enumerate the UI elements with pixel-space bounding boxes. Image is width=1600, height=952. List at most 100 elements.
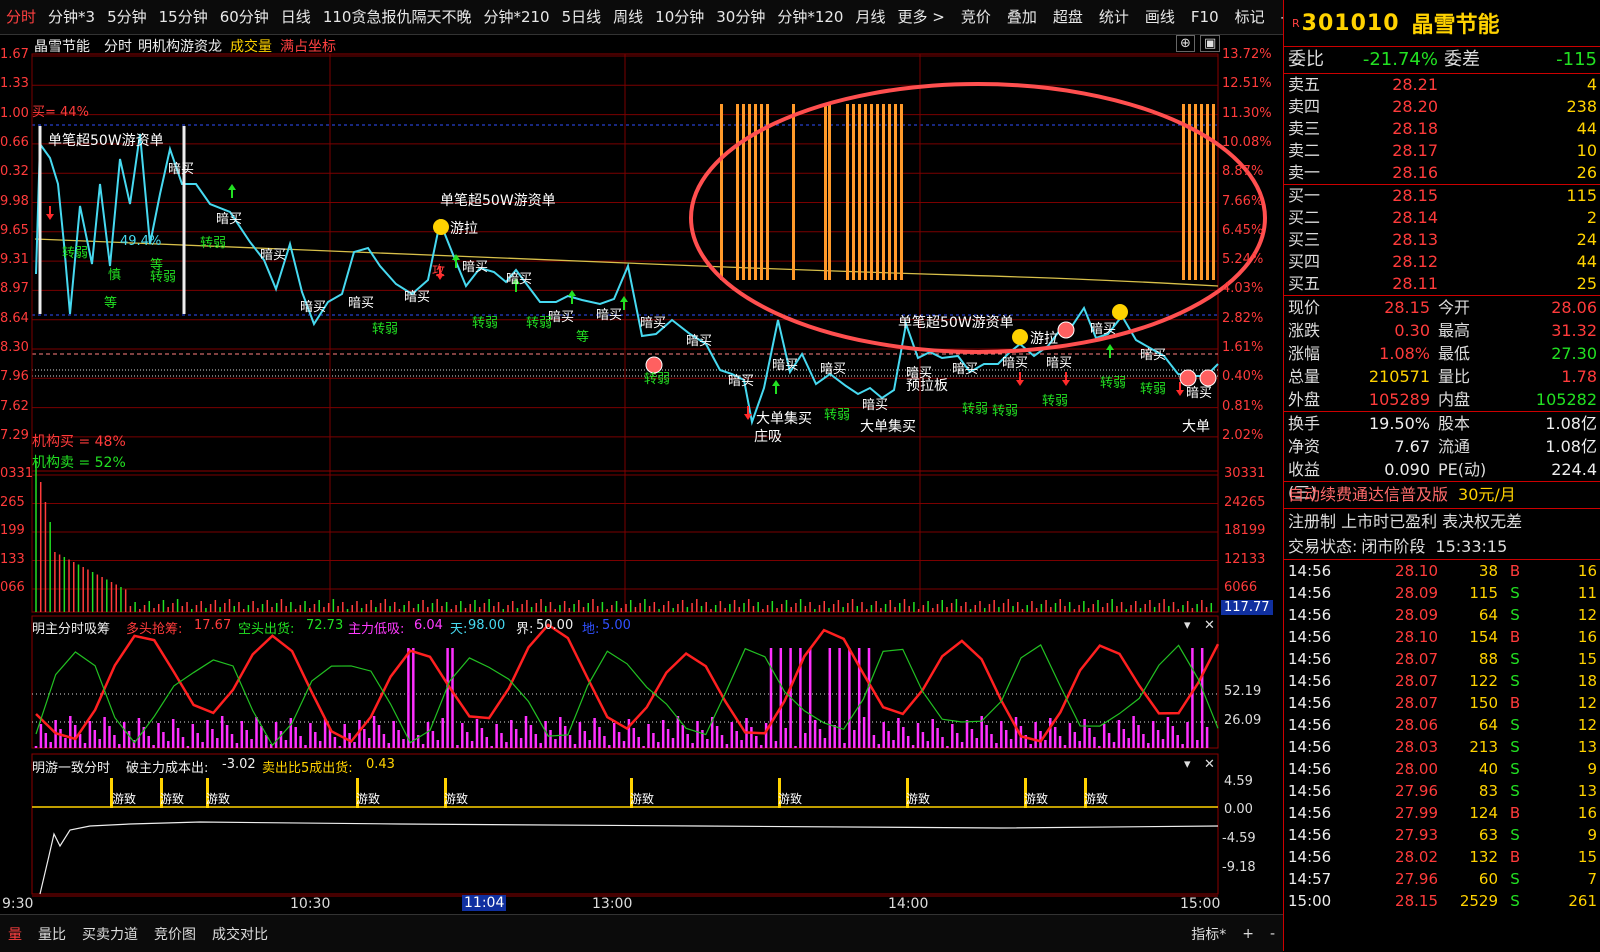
order-row[interactable]: 买一 28.15 115 xyxy=(1284,185,1600,207)
axis-label: 1.33 xyxy=(0,76,29,92)
tool-button[interactable]: 画线 xyxy=(1139,0,1181,34)
tick-row[interactable]: 14:56 28.07 150 B 12 xyxy=(1284,692,1600,714)
ind1-name: 明主分时吸筹 xyxy=(32,622,111,637)
tick-row[interactable]: 14:56 27.96 83 S 13 xyxy=(1284,780,1600,802)
chart-title-volume[interactable]: 成交量 xyxy=(230,36,272,56)
tick-row[interactable]: 14:56 28.10 154 B 16 xyxy=(1284,626,1600,648)
annotation-weaken: 转弱 xyxy=(824,408,851,423)
tool-button[interactable]: 标记 xyxy=(1229,0,1271,34)
quote-stats: 现价 28.15 今开 28.06 涨跌 0.30 最高 31.32 涨幅 1.08% 最低 27.3… xyxy=(1284,296,1600,411)
tab-volume[interactable]: 量 xyxy=(0,924,30,944)
order-row[interactable]: 买四 28.12 44 xyxy=(1284,251,1600,273)
order-row[interactable]: 卖一 28.16 26 xyxy=(1284,162,1600,184)
period-tab[interactable]: 月线 xyxy=(849,0,891,34)
period-tab[interactable]: 5日线 xyxy=(556,0,608,34)
order-row[interactable]: 买二 28.14 2 xyxy=(1284,207,1600,229)
tool-button[interactable]: 竞价 xyxy=(955,0,997,34)
axis-label: 12.51% xyxy=(1222,76,1272,92)
period-tab[interactable]: 更多 > xyxy=(892,0,951,34)
annotation-dark-buy: 暗买 xyxy=(300,300,327,315)
period-tab[interactable]: 5分钟 xyxy=(101,0,153,34)
order-row[interactable]: 卖三 28.18 44 xyxy=(1284,118,1600,140)
indicator-menu-button[interactable]: 指标* xyxy=(1183,924,1234,944)
chart-title-coord[interactable]: 满占坐标 xyxy=(280,36,336,56)
annotation-absorb: 庄吸 xyxy=(754,429,782,445)
promo-row[interactable]: 自动续费通达信普及版 30元/月 xyxy=(1284,482,1600,508)
ind2-tag: 游致 xyxy=(1084,792,1109,806)
buy-orders: 买一 28.15 115 买二 28.14 2 买三 28.13 24 买四 28.12 44 买五 28… xyxy=(1284,185,1600,295)
period-tab[interactable]: 10分钟 xyxy=(649,0,710,34)
order-row[interactable]: 买五 28.11 25 xyxy=(1284,273,1600,295)
zoom-out-button[interactable]: - xyxy=(1262,926,1283,942)
tick-row[interactable]: 14:57 27.96 60 S 7 xyxy=(1284,868,1600,890)
ind2-v1: -3.02 xyxy=(222,757,256,772)
order-row[interactable]: 买三 28.13 24 xyxy=(1284,229,1600,251)
tick-row[interactable]: 14:56 28.09 115 S 11 xyxy=(1284,582,1600,604)
chart-area[interactable]: 晶雪节能 分时 明机构游资龙 成交量 满占坐标 买= 44% 机构买 = 48%… xyxy=(0,34,1283,914)
ind1-collapse-icon[interactable]: ▾ xyxy=(1184,618,1191,633)
axis-label: 10.08% xyxy=(1222,134,1272,150)
orange-signal-bar xyxy=(864,104,867,280)
tick-row[interactable]: 15:00 28.15 2529 S 261 xyxy=(1284,890,1600,912)
tool-button[interactable]: 叠加 xyxy=(1001,0,1043,34)
order-row[interactable]: 卖五 28.21 4 xyxy=(1284,74,1600,96)
tick-row[interactable]: 14:56 28.02 132 B 15 xyxy=(1284,846,1600,868)
stock-name: 晶雪节能 xyxy=(1411,13,1500,38)
period-tab[interactable]: 60分钟 xyxy=(214,0,275,34)
tab-auction-chart[interactable]: 竞价图 xyxy=(146,924,204,944)
period-tab[interactable]: 分钟*210 xyxy=(477,0,555,34)
tab-trade-compare[interactable]: 成交对比 xyxy=(204,924,276,944)
period-tab[interactable]: 分钟*3 xyxy=(42,0,101,34)
axis-label: 12133 xyxy=(1224,551,1266,567)
axis-label: 0.81% xyxy=(1222,398,1264,414)
tick-row[interactable]: 14:56 28.10 38 B 16 xyxy=(1284,560,1600,582)
tick-row[interactable]: 14:56 28.07 122 S 18 xyxy=(1284,670,1600,692)
orange-signal-bar xyxy=(766,104,769,280)
tab-buy-sell-power[interactable]: 买卖力道 xyxy=(74,924,146,944)
tick-row[interactable]: 14:56 28.03 213 S 13 xyxy=(1284,736,1600,758)
ind2-collapse-icon[interactable]: ▾ xyxy=(1184,757,1191,772)
order-row[interactable]: 卖四 28.20 238 xyxy=(1284,96,1600,118)
chart-window-icon[interactable]: ▣ xyxy=(1200,35,1221,52)
annotation-wait: 等 xyxy=(150,258,164,273)
tick-row[interactable]: 14:56 28.07 88 S 15 xyxy=(1284,648,1600,670)
ind2-frame xyxy=(31,753,1219,895)
ind2-k1: 破主力成本出: xyxy=(126,761,209,776)
annotation-weaken: 转弱 xyxy=(472,316,499,331)
axis-label: 2.82% xyxy=(1222,310,1264,326)
period-tab[interactable]: 分钟*120 xyxy=(771,0,849,34)
period-tab[interactable]: 30分钟 xyxy=(710,0,771,34)
tick-row[interactable]: 14:56 28.09 64 S 12 xyxy=(1284,604,1600,626)
period-tab[interactable]: 分时 xyxy=(0,0,42,34)
quote-stats-2: 换手 19.50% 股本 1.08亿 净资 7.67 流通 1.08亿 收益(三) 0.090 PE… xyxy=(1284,412,1600,502)
ind1-close-icon[interactable]: ✕ xyxy=(1204,618,1215,633)
order-row[interactable]: 卖二 28.17 10 xyxy=(1284,140,1600,162)
period-tab[interactable]: 110贪急报仇隔天不晚 xyxy=(317,0,478,34)
chart-expand-icon[interactable]: ⊕ xyxy=(1176,35,1195,52)
tick-list[interactable]: 14:56 28.10 38 B 16 14:56 28.09 115 S 11 14:56 28.0… xyxy=(1284,560,1600,912)
tick-row[interactable]: 14:56 28.06 64 S 12 xyxy=(1284,714,1600,736)
period-tab[interactable]: 周线 xyxy=(607,0,649,34)
axis-label: 4.03% xyxy=(1222,281,1264,297)
annotation-wait: 等 xyxy=(576,330,590,345)
tick-row[interactable]: 14:56 27.99 124 B 16 xyxy=(1284,802,1600,824)
axis-label: 265 xyxy=(0,494,25,510)
tool-button[interactable]: 超盘 xyxy=(1047,0,1089,34)
annotation-dark-buy: 暗买 xyxy=(1140,348,1167,363)
tick-row[interactable]: 14:56 28.00 40 S 9 xyxy=(1284,758,1600,780)
ind2-close-icon[interactable]: ✕ xyxy=(1204,757,1215,772)
axis-label: 8.30 xyxy=(0,340,29,355)
time-cursor-label: 11:04 xyxy=(462,895,507,911)
up-arrow-icon xyxy=(46,206,54,220)
axis-label: 1.00 xyxy=(0,105,29,121)
annotation-dark-buy: 暗买 xyxy=(862,398,889,413)
annotation-big-order-2: 单笔超50W游资单 xyxy=(440,193,556,209)
tool-button[interactable]: 统计 xyxy=(1093,0,1135,34)
tab-volume-ratio[interactable]: 量比 xyxy=(30,924,74,944)
tool-button[interactable]: F10 xyxy=(1185,0,1225,34)
period-tab[interactable]: 日线 xyxy=(275,0,317,34)
period-tab[interactable]: 15分钟 xyxy=(153,0,214,34)
zoom-in-button[interactable]: + xyxy=(1234,926,1262,942)
annotation-dark-buy: 暗买 xyxy=(348,296,375,311)
tick-row[interactable]: 14:56 27.93 63 S 9 xyxy=(1284,824,1600,846)
